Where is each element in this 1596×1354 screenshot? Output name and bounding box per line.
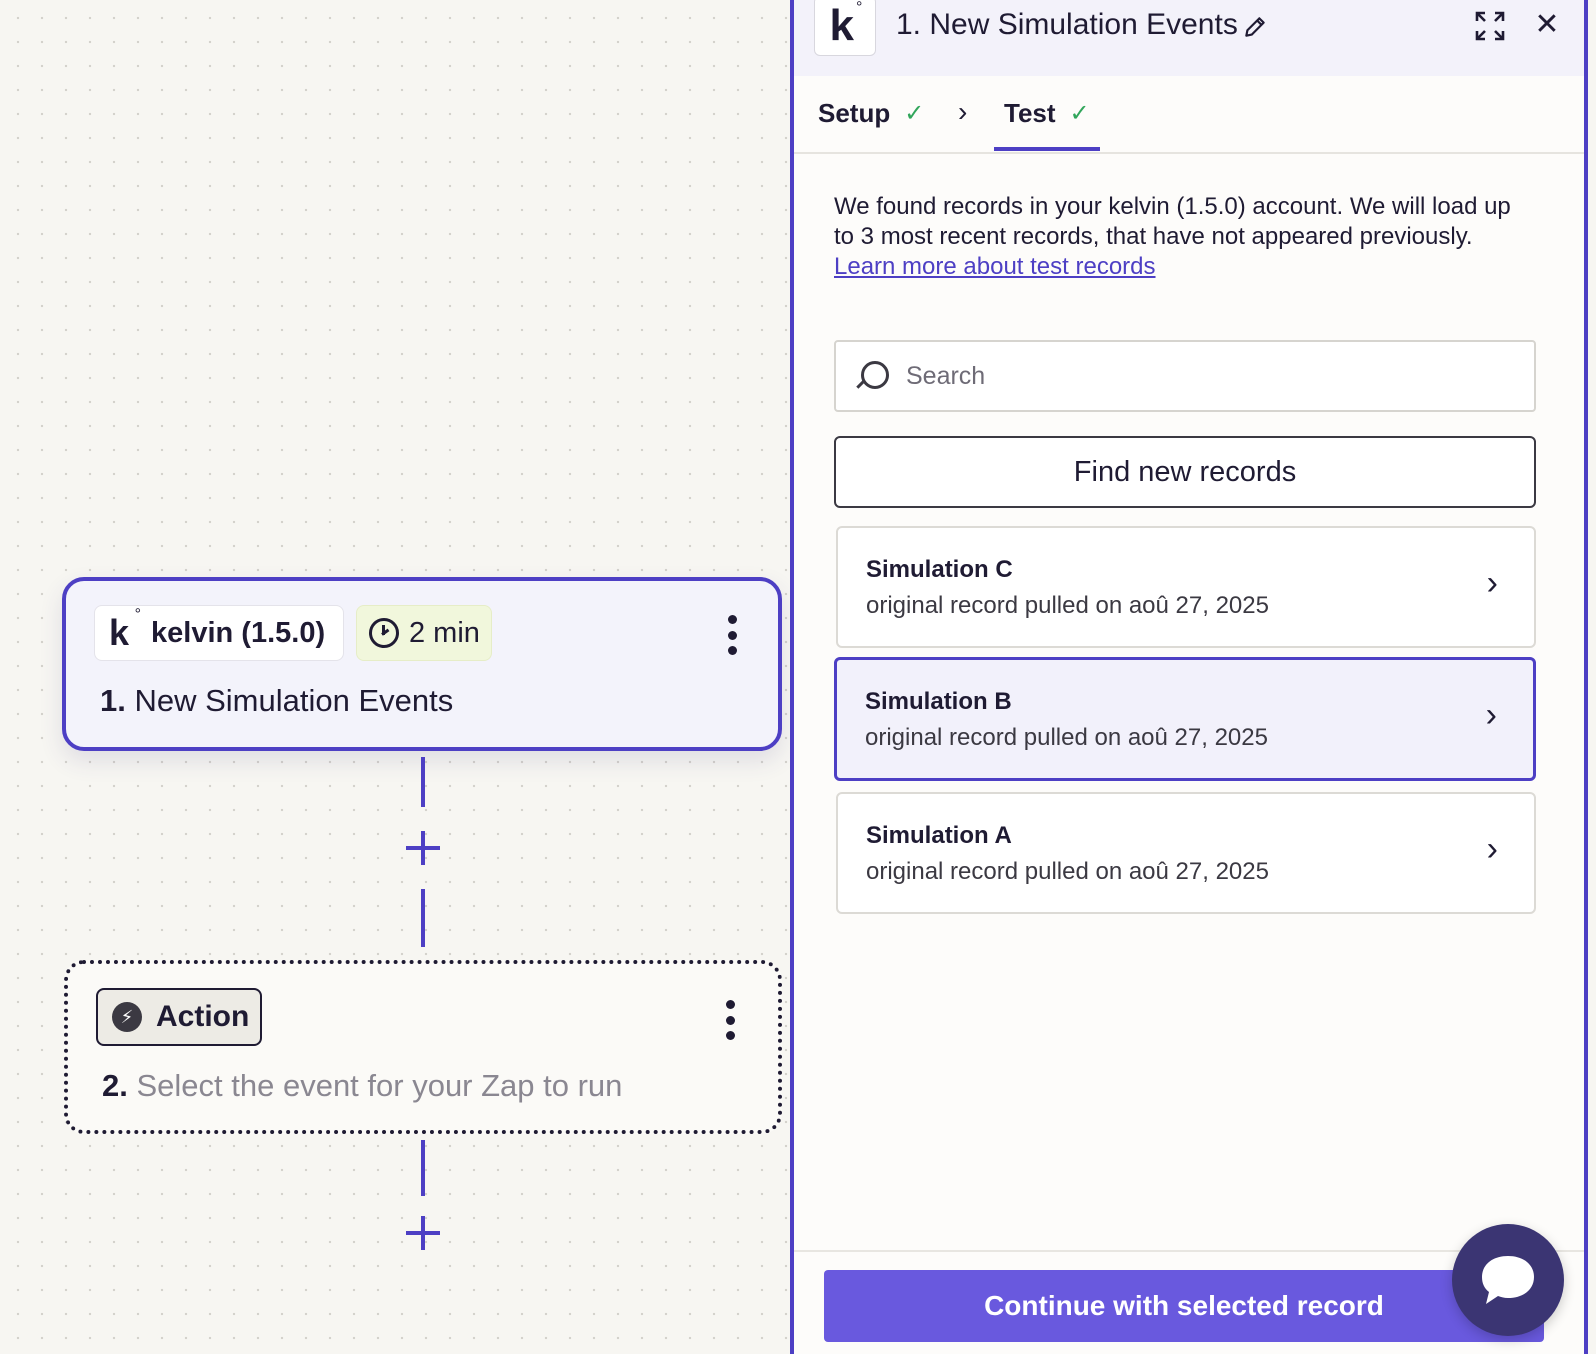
kelvin-logo-icon: k ° [109, 606, 142, 653]
record-name: Simulation C [866, 556, 1013, 583]
tab-test[interactable]: Test ✓ [1004, 98, 1090, 129]
record-item[interactable]: Simulation C original record pulled on a… [836, 526, 1536, 648]
chevron-right-icon: › [958, 96, 968, 127]
check-icon: ✓ [904, 100, 925, 127]
step-menu-icon[interactable] [724, 1000, 736, 1040]
lightning-bolt-icon: ⚡ [112, 1002, 142, 1032]
record-item-selected[interactable]: Simulation B original record pulled on a… [834, 657, 1536, 781]
trigger-step-title: 1. New Simulation Events [100, 683, 454, 718]
intro-text-block: We found records in your kelvin (1.5.0) … [834, 192, 1534, 282]
trigger-step-card[interactable]: k ° kelvin (1.5.0) 2 min 1. New Simulatio… [62, 577, 782, 751]
add-step-plus-icon[interactable] [406, 831, 440, 865]
poll-interval-chip: 2 min [356, 605, 492, 661]
expand-icon[interactable] [1474, 10, 1506, 42]
check-icon: ✓ [1069, 100, 1090, 127]
app-chip: k ° kelvin (1.5.0) [94, 605, 344, 661]
record-subtitle: original record pulled on aoû 27, 2025 [866, 592, 1269, 619]
active-tab-indicator [994, 147, 1100, 151]
chevron-right-icon: › [1486, 830, 1498, 868]
clock-icon [369, 618, 399, 648]
action-step-title: 2. Select the event for your Zap to run [102, 1068, 623, 1103]
record-name: Simulation B [865, 688, 1012, 715]
chevron-right-icon: › [1486, 564, 1498, 602]
close-icon[interactable]: ✕ [1532, 10, 1562, 40]
chevron-right-icon: › [1485, 696, 1497, 734]
record-subtitle: original record pulled on aoû 27, 2025 [865, 724, 1268, 751]
continue-button[interactable]: Continue with selected record [824, 1270, 1544, 1342]
action-chip: ⚡ Action [96, 988, 262, 1046]
pencil-icon[interactable] [1242, 14, 1268, 40]
action-step-card[interactable]: ⚡ Action 2. Select the event for your Za… [64, 960, 782, 1134]
kelvin-logo-icon: k ° [814, 0, 876, 56]
app-name: kelvin (1.5.0) [151, 616, 326, 649]
search-icon [856, 361, 889, 391]
record-subtitle: original record pulled on aoû 27, 2025 [866, 858, 1269, 885]
add-step-plus-icon[interactable] [406, 1216, 440, 1250]
step-tabs: Setup ✓ › Test ✓ [794, 78, 1584, 154]
connector-line [421, 889, 425, 947]
poll-interval-label: 2 min [409, 616, 480, 649]
step-detail-panel: k ° 1. New Simulation Events ✕ Setup ✓ › … [790, 0, 1588, 1354]
find-new-records-button[interactable]: Find new records [834, 436, 1536, 508]
zap-canvas[interactable]: k ° kelvin (1.5.0) 2 min 1. New Simulatio… [0, 0, 790, 1354]
panel-header: k ° 1. New Simulation Events ✕ [794, 0, 1584, 76]
search-field[interactable] [834, 340, 1536, 412]
record-name: Simulation A [866, 822, 1012, 849]
intro-text: We found records in your kelvin (1.5.0) … [834, 193, 1511, 250]
panel-title: 1. New Simulation Events [896, 8, 1238, 41]
chat-bubble-icon [1482, 1256, 1534, 1304]
search-input[interactable] [906, 361, 1506, 391]
tab-setup[interactable]: Setup ✓ [818, 98, 924, 129]
record-item[interactable]: Simulation A original record pulled on a… [836, 792, 1536, 914]
action-chip-label: Action [156, 1000, 250, 1033]
learn-more-link[interactable]: Learn more about test records [834, 252, 1534, 282]
chat-button[interactable] [1452, 1224, 1564, 1336]
connector-line [421, 1140, 425, 1196]
connector-line [421, 757, 425, 807]
step-menu-icon[interactable] [726, 615, 738, 655]
